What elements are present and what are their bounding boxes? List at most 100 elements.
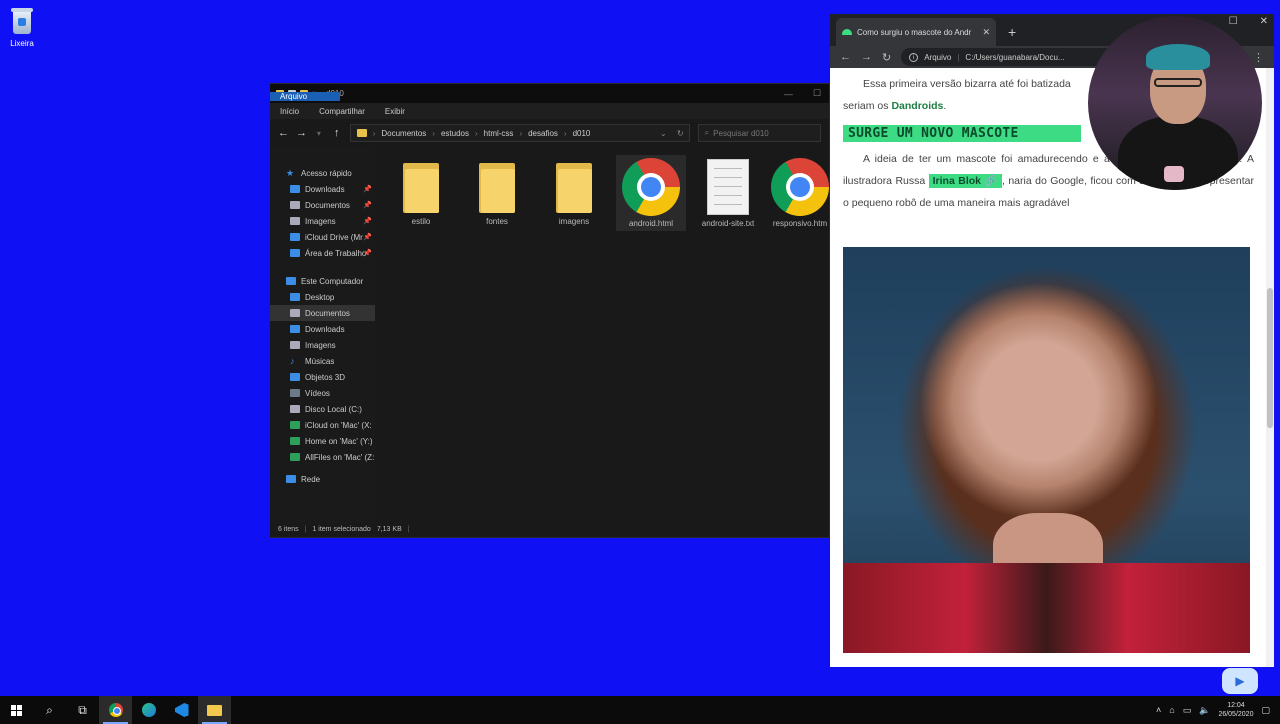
sidebar-item-icloud[interactable]: iCloud Drive (Mr 📌	[270, 229, 375, 245]
sidebar-item-icloud-mac[interactable]: iCloud on 'Mac' (X:	[270, 417, 375, 433]
notification-icon[interactable]: ▢	[1261, 705, 1270, 716]
pin-icon: 📌	[363, 250, 372, 257]
sidebar-item-musicas[interactable]: ♪ Músicas	[270, 353, 375, 369]
sidebar-item-objetos-3d[interactable]: Objetos 3D	[270, 369, 375, 385]
recent-locations-icon[interactable]: ▾	[314, 129, 324, 138]
sidebar-item-disco-local[interactable]: Disco Local (C:)	[270, 401, 375, 417]
address-bar[interactable]: › Documentos › estudos › html-css › desa…	[349, 124, 690, 142]
task-view-icon[interactable]: ⧉	[66, 696, 99, 724]
irina-blok-link[interactable]: Irina Blok 🔗	[928, 174, 1002, 188]
network-drive-icon	[290, 421, 300, 429]
sidebar-item-desktop[interactable]: Desktop	[270, 289, 375, 305]
drive-icon	[290, 405, 300, 413]
download-icon	[290, 325, 300, 333]
tab-exibir[interactable]: Exibir	[375, 103, 415, 119]
network-icon	[286, 475, 296, 483]
menu-kebab-icon[interactable]: ⋮	[1253, 51, 1264, 64]
sidebar-item-home-mac[interactable]: Home on 'Mac' (Y:)	[270, 433, 375, 449]
file-item-android-html[interactable]: android.html	[616, 155, 686, 231]
tab-compartilhar[interactable]: Compartilhar	[309, 103, 375, 119]
scrollbar-thumb[interactable]	[1267, 288, 1273, 428]
file-list: estilo fontes imagens android.html andro…	[376, 147, 829, 523]
system-tray: ˄ ⌂ ▭ 🔈 12:04 26/05/2020 ▢	[1156, 701, 1280, 719]
reload-icon[interactable]: ↻	[882, 51, 891, 64]
folder-icon	[207, 704, 222, 716]
image-icon	[290, 217, 300, 225]
volume-icon[interactable]: 🔈	[1199, 705, 1210, 716]
pin-icon: 📌	[363, 202, 372, 209]
close-tab-icon[interactable]: ✕	[982, 27, 990, 38]
file-item-android-site-txt[interactable]: android-site.txt	[693, 155, 763, 228]
breadcrumb-item[interactable]: estudos	[441, 129, 469, 138]
back-arrow-icon[interactable]: ←	[840, 51, 851, 63]
ribbon-tabs: Arquivo Início Compartilhar Exibir	[270, 92, 829, 119]
file-item-imagens[interactable]: imagens	[539, 155, 609, 226]
info-icon[interactable]: i	[909, 52, 919, 62]
refresh-icon[interactable]: ↻	[677, 129, 684, 138]
taskbar-vscode[interactable]	[165, 696, 198, 724]
breadcrumb-item[interactable]: html-css	[484, 129, 514, 138]
chevron-up-icon[interactable]: ˄	[1156, 705, 1161, 715]
tab-arquivo[interactable]: Arquivo	[270, 92, 340, 101]
taskbar-edge[interactable]	[132, 696, 165, 724]
star-icon: ★	[286, 167, 295, 178]
logo-icon	[1164, 166, 1184, 182]
sidebar-item-videos[interactable]: Vídeos	[270, 385, 375, 401]
sidebar-item-rede[interactable]: Rede	[270, 471, 375, 487]
recycle-bin-icon[interactable]: Lixeira	[4, 6, 40, 48]
browser-tab[interactable]: Como surgiu o mascote do Andr ✕	[836, 18, 996, 46]
desktop-icon	[290, 249, 300, 257]
android-favicon-icon	[842, 29, 852, 35]
pin-icon: 📌	[363, 234, 372, 241]
breadcrumb-item[interactable]: desafios	[528, 129, 558, 138]
page-scrollbar[interactable]	[1266, 68, 1274, 667]
search-input[interactable]: ⌕ Pesquisar d010	[697, 124, 821, 142]
sidebar-item-documentos-pc[interactable]: Documentos	[270, 305, 375, 321]
clock[interactable]: 12:04 26/05/2020	[1218, 701, 1253, 719]
sidebar-item-area-de-trabalho[interactable]: Área de Trabalho 📌	[270, 245, 375, 261]
chrome-icon	[108, 703, 123, 717]
minimize-button[interactable]: —	[784, 89, 793, 99]
tab-title: Como surgiu o mascote do Andr	[857, 27, 972, 37]
sidebar-item-downloads-pc[interactable]: Downloads	[270, 321, 375, 337]
file-explorer-window[interactable]: ▾ d010 — ☐ Arquivo Início Compartilhar E…	[269, 83, 830, 538]
explorer-title-bar[interactable]: ▾ d010 — ☐	[270, 84, 829, 103]
pin-icon: 📌	[363, 186, 372, 193]
start-button[interactable]	[0, 696, 33, 724]
taskbar-chrome[interactable]	[99, 696, 132, 724]
forward-arrow-icon[interactable]: →	[861, 51, 872, 63]
text-file-icon	[707, 159, 749, 215]
up-arrow-icon[interactable]: ↑	[332, 127, 342, 139]
forward-arrow-icon[interactable]: →	[296, 127, 307, 139]
new-tab-icon[interactable]: +	[1008, 24, 1016, 40]
back-arrow-icon[interactable]: ←	[278, 127, 289, 139]
sidebar-item-imagens-pc[interactable]: Imagens	[270, 337, 375, 353]
sidebar-item-documentos[interactable]: Documentos 📌	[270, 197, 375, 213]
maximize-button[interactable]: ☐	[1229, 16, 1238, 27]
file-item-estilo[interactable]: estilo	[386, 155, 456, 226]
network-icon[interactable]: ⌂	[1169, 705, 1174, 715]
image-icon	[290, 341, 300, 349]
address-row: ← → ▾ ↑ › Documentos › estudos › html-cs…	[270, 119, 829, 147]
sidebar-item-allfiles-mac[interactable]: AllFiles on 'Mac' (Z:	[270, 449, 375, 465]
sidebar-item-this-pc[interactable]: Este Computador	[270, 273, 375, 289]
breadcrumb-item[interactable]: d010	[573, 129, 591, 138]
close-icon[interactable]: ✕	[1260, 16, 1268, 27]
selection-size: 7,13 KB	[376, 525, 402, 533]
taskbar-file-explorer[interactable]	[198, 696, 231, 724]
search-icon[interactable]: ⌕	[33, 696, 66, 724]
sidebar-item-imagens[interactable]: Imagens 📌	[270, 213, 375, 229]
sidebar-item-quick-access[interactable]: ★ Acesso rápido	[270, 165, 375, 181]
file-item-responsivo[interactable]: responsivo.htm	[769, 155, 831, 228]
address-dropdown-icon[interactable]: ⌄	[660, 129, 667, 138]
tab-inicio[interactable]: Início	[270, 103, 309, 119]
link-icon: 🔗	[984, 175, 998, 187]
breadcrumb-item[interactable]: Documentos	[381, 129, 426, 138]
url-scheme: Arquivo	[924, 52, 952, 62]
vscode-icon	[174, 703, 189, 717]
sidebar-item-downloads[interactable]: Downloads 📌	[270, 181, 375, 197]
battery-icon[interactable]: ▭	[1183, 705, 1192, 716]
maximize-button[interactable]: ☐	[813, 88, 821, 99]
portrait-photo	[843, 247, 1250, 653]
file-item-fontes[interactable]: fontes	[462, 155, 532, 226]
